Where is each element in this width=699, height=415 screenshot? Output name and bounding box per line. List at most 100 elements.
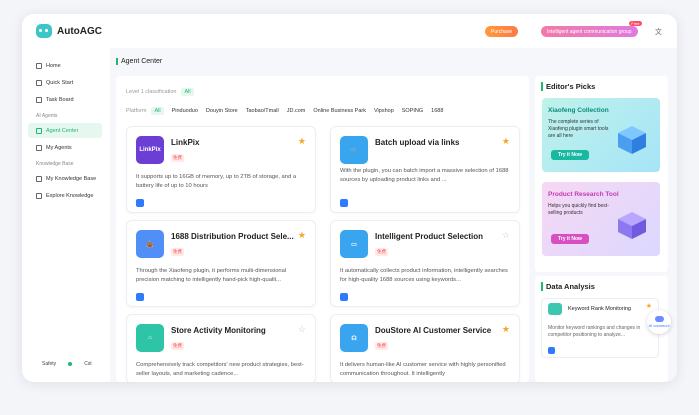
platform-option[interactable]: Taobao/Tmall [246,108,279,114]
try-it-now-button[interactable]: Try it Now [551,150,589,160]
compass-icon [36,192,42,199]
agent-card-desc: It automatically collects product inform… [340,268,508,283]
top-bar: AutoAGC Purchase Intelligent agent commu… [22,14,677,48]
purchase-button[interactable]: Purchase [485,26,519,37]
star-icon[interactable]: ★ [502,136,510,147]
platform-option[interactable]: 1688 [431,108,443,114]
sidebar-item-label: Agent Center [46,127,79,134]
editors-picks-panel: Editor's Picks Xiaofeng Collection The c… [535,76,668,272]
free-tag: 免费 [171,154,184,162]
sidebar-item-label: Home [46,62,61,69]
agent-card-title: 1688 Distribution Product Sele... [171,232,294,241]
page-title: Agent Center [116,58,162,65]
platform-filter: Platform All Pinduoduo Douyin Store Taob… [126,107,451,115]
platform-option[interactable]: Vipshop [374,108,394,114]
promo-xiaofeng-collection[interactable]: Xiaofeng Collection The complete series … [542,98,660,172]
sidebar-item-label: My Agents [46,144,72,151]
platform-filter-label: Platform [126,108,147,114]
book-icon [36,175,42,182]
platform-option[interactable]: SOPING [402,108,423,114]
float-button-label: AI communi [648,323,670,328]
data-card-title: Keyword Rank Monitoring [568,306,631,312]
app-name: AutoAGC [57,25,102,37]
agent-card-title: Batch upload via links [375,138,460,147]
sidebar-item-agent-center[interactable]: Agent Center [28,123,102,138]
linkpix-icon: LinkPix [136,136,164,164]
star-outline-icon[interactable]: ☆ [502,230,510,241]
clipboard-icon [36,96,42,103]
agent-card-desc: It delivers human-like AI customer servi… [340,362,506,377]
robot-logo-icon [36,24,52,38]
platform-option[interactable]: Douyin Store [206,108,238,114]
chart-icon [548,303,562,315]
star-icon[interactable]: ★ [298,136,306,147]
try-it-now-button[interactable]: Try it Now [551,234,589,244]
sidebar-item-quick-start[interactable]: Quick Start [22,75,108,90]
agent-card-title: LinkPix [171,138,200,147]
agent-card-desc: Comprehensively track competitors' new p… [136,362,304,377]
sidebar-item-my-agents[interactable]: My Agents [22,140,108,155]
agent-card[interactable]: ⌂ Store Activity Monitoring ☆ 免费 Compreh… [126,314,316,382]
sidebar-item-label: Explore Knowledge [46,192,94,199]
agent-card-desc: With the plugin, you can batch import a … [340,168,509,183]
sidebar: Home Quick Start Task Board AI Agents Ag… [22,48,108,382]
sidebar-item-task-board[interactable]: Task Board [22,92,108,107]
platform-icon [340,293,348,301]
cart-upload-icon: 🛒 [340,136,368,164]
data-analysis-panel: Data Analysis Keyword Rank Monitoring ★ … [535,276,668,382]
headset-icon: ☊ [340,324,368,352]
rocket-icon [36,79,42,86]
credit-card-icon: ▭ [340,230,368,258]
sidebar-item-home[interactable]: Home [22,58,108,73]
platform-option[interactable]: JD.com [287,108,306,114]
platform-icon [340,199,348,207]
bot-icon [654,316,664,322]
shopping-bag-icon: 👜 [136,230,164,258]
sidebar-item-my-knowledge-base[interactable]: My Knowledge Base [22,171,108,186]
communication-group-button[interactable]: Intelligent agent communication group Fr… [541,21,642,37]
platform-option[interactable]: All [151,107,164,115]
main-area: Agent Center Level 1 classification All … [110,48,677,382]
promo-title: Xiaofeng Collection [548,107,609,114]
store-icon: ⌂ [136,324,164,352]
platform-option[interactable]: Pinduoduo [172,108,198,114]
agent-card-title: Intelligent Product Selection [375,232,484,241]
level-option[interactable]: All [181,88,194,96]
free-tag: 免费 [375,248,388,256]
agent-card[interactable]: LinkPix LinkPix ★ 免费 It supports up to 1… [126,126,316,213]
agent-card[interactable]: ▭ Intelligent Product Selection ☆ 免费 It … [330,220,520,307]
platform-icon [136,293,144,301]
communication-group-label: Intelligent agent communication group [547,28,632,35]
star-icon[interactable]: ★ [502,324,510,335]
sidebar-section-agents: AI Agents [36,113,58,119]
sidebar-item-label: Quick Start [46,79,74,86]
agent-list-panel: Level 1 classification All Platform All … [116,76,529,382]
free-badge: Free [629,21,642,26]
ai-communication-float-button[interactable]: AI communi [647,310,671,334]
translate-icon[interactable]: 文 [655,27,662,37]
star-outline-icon[interactable]: ☆ [298,324,306,335]
safety-link[interactable]: Safety [42,361,56,367]
level-filter: Level 1 classification All [126,88,202,96]
home-icon [36,62,42,69]
logo[interactable]: AutoAGC [36,24,102,38]
promo-desc: The complete series of Xiaofeng plugin s… [548,119,609,139]
agent-card[interactable]: 🛒 Batch upload via links ★ With the plug… [330,126,520,213]
right-panel: Editor's Picks Xiaofeng Collection The c… [535,76,677,382]
agent-card-desc: It supports up to 16GB of memory, up to … [136,174,297,189]
box-graphic-icon [618,212,646,239]
agent-card[interactable]: ☊ DouStore AI Customer Service ★ 免费 It d… [330,314,520,382]
sidebar-section-knowledge: Knowledge Base [36,161,74,167]
agent-icon [36,144,42,151]
keyword-rank-card[interactable]: Keyword Rank Monitoring ★ Monitor keywor… [541,298,659,358]
promo-product-research-tool[interactable]: Product Research Tool Helps you quickly … [542,182,660,256]
agent-card-title: DouStore AI Customer Service [375,326,492,335]
star-icon[interactable]: ★ [298,230,306,241]
sidebar-item-explore-knowledge[interactable]: Explore Knowledge [22,188,108,203]
editors-picks-title: Editor's Picks [541,82,595,91]
cst-link[interactable]: Cst [84,361,92,367]
platform-option[interactable]: Online Business Park [313,108,366,114]
star-icon[interactable]: ★ [646,302,652,310]
agent-card[interactable]: 👜 1688 Distribution Product Sele... ★ 免费… [126,220,316,307]
free-tag: 免费 [375,342,388,350]
